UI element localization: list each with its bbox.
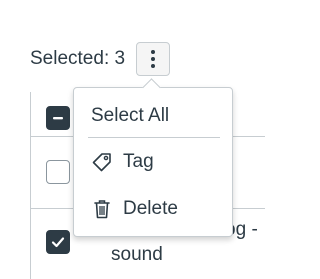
- select-all-checkbox[interactable]: [46, 106, 70, 130]
- tag-icon: [91, 151, 113, 173]
- list-left-border: [30, 92, 31, 279]
- menu-item-select-all[interactable]: Select All: [75, 96, 233, 136]
- menu-item-delete[interactable]: Delete: [75, 189, 233, 229]
- more-options-button[interactable]: [136, 42, 170, 76]
- minus-icon: [53, 117, 63, 120]
- row-checkbox[interactable]: [46, 160, 70, 184]
- menu-item-tag[interactable]: Tag: [75, 142, 233, 182]
- options-menu: Select All Tag Delete: [73, 87, 233, 237]
- selected-count-label: Selected: 3: [30, 48, 126, 69]
- menu-item-label: Delete: [123, 198, 178, 219]
- checkmark-icon: [51, 237, 65, 248]
- trash-icon: [91, 198, 113, 220]
- vertical-ellipsis-icon: [151, 50, 155, 68]
- menu-item-label: Tag: [123, 151, 154, 172]
- menu-item-label: Select All: [91, 105, 170, 126]
- row-checkbox[interactable]: [46, 230, 70, 254]
- menu-separator: [88, 137, 220, 138]
- bulk-selection-panel: Selected: 3 Canvas Catalog - sound Selec…: [0, 0, 265, 279]
- row-title-continued[interactable]: sound: [111, 243, 163, 267]
